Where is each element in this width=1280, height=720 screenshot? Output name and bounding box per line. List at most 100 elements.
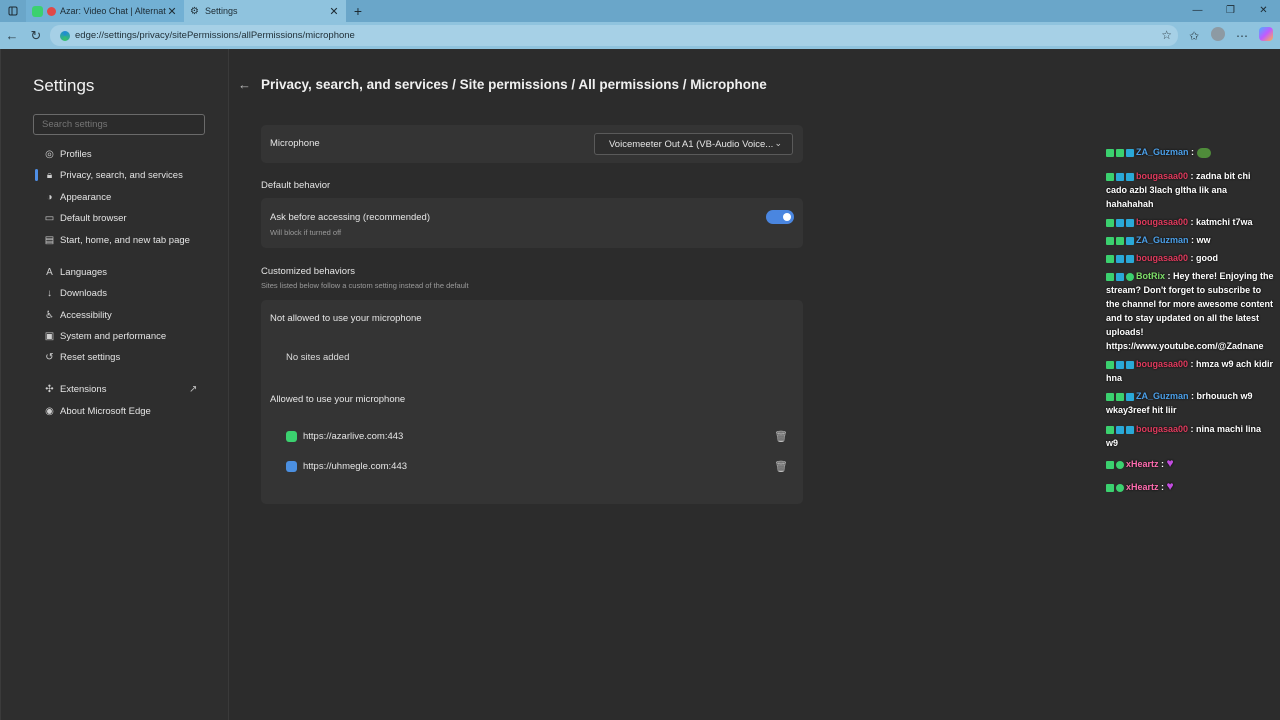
- moderator-badge-icon: [1106, 236, 1114, 245]
- close-tab-icon[interactable]: ✕: [328, 5, 340, 18]
- default-behavior-card: Ask before accessing (recommended) Will …: [261, 198, 803, 248]
- verified-badge-icon: [1116, 236, 1124, 245]
- sidebar-item-downloads[interactable]: ↓ Downloads: [1, 283, 229, 303]
- search-input[interactable]: [33, 114, 205, 135]
- sidebar-item-languages[interactable]: A Languages: [1, 262, 229, 282]
- heart-emote-icon: ♥: [1166, 479, 1174, 493]
- tab-actions-button[interactable]: [0, 0, 26, 22]
- new-tab-button[interactable]: +: [346, 3, 370, 19]
- back-icon[interactable]: ←: [0, 28, 24, 43]
- recording-icon: [47, 6, 56, 16]
- chat-message: bougasaa00 : katmchi t7wa: [1106, 215, 1274, 229]
- sidebar-item-label: Downloads: [60, 287, 107, 299]
- moderator-badge-icon: [1106, 425, 1114, 434]
- address-text: edge://settings/privacy/sitePermissions/…: [75, 30, 355, 41]
- moderator-badge-icon: [1106, 483, 1114, 492]
- chat-separator: :: [1188, 253, 1197, 263]
- delete-trash-icon[interactable]: 🗑︎: [774, 430, 788, 443]
- moderator-badge-icon: [1106, 360, 1114, 369]
- accessibility-icon: ♿︎: [45, 309, 54, 321]
- download-icon: ↓: [47, 287, 52, 299]
- allowed-site-row: https://azarlive.com:443 🗑︎: [286, 428, 788, 444]
- subscriber-badge-icon: [1126, 360, 1134, 369]
- sidebar-item-profiles[interactable]: ◎ Profiles: [1, 144, 229, 164]
- sidebar-item-label: Languages: [60, 266, 108, 278]
- chat-nick: xHeartz: [1126, 459, 1159, 469]
- sidebar-item-accessibility[interactable]: ♿︎ Accessibility: [1, 305, 229, 325]
- chat-separator: :: [1188, 359, 1197, 369]
- address-bar[interactable]: edge://settings/privacy/sitePermissions/…: [50, 25, 1178, 46]
- sidebar-item-reset[interactable]: ↺ Reset settings: [1, 347, 229, 367]
- appearance-icon: ◑: [46, 191, 53, 203]
- subscriber-badge-icon: [1126, 172, 1134, 181]
- not-allowed-heading: Not allowed to use your microphone: [270, 313, 422, 324]
- sidebar-item-extensions[interactable]: ✣ Extensions ↗: [1, 379, 229, 399]
- favorite-star-icon[interactable]: ☆: [1161, 28, 1172, 42]
- window-controls: — ❐ ✕: [1181, 0, 1280, 22]
- minimize-icon[interactable]: —: [1181, 0, 1214, 22]
- subscriber-badge-icon: [1126, 425, 1134, 434]
- refresh-icon[interactable]: ↻: [24, 28, 48, 44]
- emote-icon: [1196, 147, 1211, 158]
- site-url: https://uhmegle.com:443: [303, 460, 408, 472]
- moderator-badge-icon: [1106, 172, 1114, 181]
- sidebar-item-default-browser[interactable]: ▭ Default browser: [1, 208, 229, 228]
- tab-settings[interactable]: ⚙ Settings ✕: [184, 0, 346, 22]
- azar-favicon-icon: [286, 430, 297, 442]
- favorites-icon[interactable]: ✩: [1186, 29, 1202, 43]
- chat-separator: :: [1158, 482, 1167, 492]
- toolbar-right: ✩ ⋯: [1186, 27, 1274, 44]
- sidebar-item-privacy[interactable]: 🔒︎ Privacy, search, and services: [1, 165, 229, 185]
- chat-badges: [1106, 460, 1124, 469]
- microphone-select[interactable]: Voicemeeter Out A1 (VB-Audio Voice... ⌄: [594, 133, 793, 155]
- chat-nick: BotRix: [1136, 271, 1165, 281]
- close-tab-icon[interactable]: ✕: [166, 5, 178, 18]
- verified-badge-icon: [1116, 392, 1124, 401]
- chat-message: BotRix : Hey there! Enjoying the stream?…: [1106, 269, 1274, 353]
- chat-text: ww: [1196, 235, 1211, 245]
- chat-separator: :: [1188, 391, 1197, 401]
- chat-badges: [1106, 483, 1124, 492]
- external-link-icon: ↗: [189, 383, 198, 395]
- allowed-heading: Allowed to use your microphone: [270, 394, 406, 405]
- subscriber-badge-icon: [1116, 254, 1124, 263]
- maximize-icon[interactable]: ❐: [1214, 0, 1247, 22]
- sidebar-item-label: Start, home, and new tab page: [60, 234, 190, 246]
- chat-message: ZA_Guzman :: [1106, 145, 1274, 159]
- tab-azar[interactable]: Azar: Video Chat | Alternative ✕: [26, 0, 184, 22]
- copilot-icon[interactable]: [1258, 27, 1274, 44]
- delete-trash-icon[interactable]: 🗑︎: [774, 460, 788, 473]
- bot-badge-icon: [1116, 483, 1124, 492]
- verified-badge-icon: [1116, 148, 1124, 157]
- bot-badge-icon: [1126, 272, 1134, 281]
- moderator-badge-icon: [1106, 392, 1114, 401]
- sidebar-item-about[interactable]: ◉ About Microsoft Edge: [1, 401, 229, 421]
- edge-logo-icon: [60, 30, 70, 41]
- heart-emote-icon: ♥: [1166, 456, 1174, 470]
- subscriber-badge-icon: [1126, 392, 1134, 401]
- chat-badges: [1106, 236, 1134, 245]
- ask-before-accessing-toggle[interactable]: [766, 210, 794, 224]
- browser-toolbar: ← ↻ edge://settings/privacy/sitePermissi…: [0, 22, 1280, 49]
- chat-text: Hey there! Enjoying the stream? Don't fo…: [1106, 271, 1274, 351]
- extensions-icon: ✣: [45, 383, 54, 395]
- sidebar-item-start-home[interactable]: ▤ Start, home, and new tab page: [1, 230, 229, 250]
- sidebar-item-appearance[interactable]: ◑ Appearance: [1, 187, 229, 207]
- chat-message: ZA_Guzman : ww: [1106, 233, 1274, 247]
- back-arrow-icon[interactable]: ←: [238, 77, 251, 92]
- no-sites-added: No sites added: [286, 352, 350, 363]
- sidebar-item-label: System and performance: [60, 330, 167, 342]
- sidebar-item-label: Reset settings: [60, 351, 121, 363]
- sidebar-item-system[interactable]: ▣ System and performance: [1, 326, 229, 346]
- close-window-icon[interactable]: ✕: [1247, 0, 1280, 22]
- sidebar-item-label: Default browser: [60, 212, 127, 224]
- chat-message: bougasaa00 : zadna bit chi cado azbl 3la…: [1106, 169, 1274, 211]
- chat-message: ZA_Guzman : brhouuch w9 wkay3reef hit li…: [1106, 389, 1274, 417]
- chat-badges: [1106, 148, 1134, 157]
- site-url: https://azarlive.com:443: [303, 430, 404, 442]
- bot-badge-icon: [1116, 460, 1124, 469]
- more-menu-icon[interactable]: ⋯: [1234, 29, 1250, 43]
- chevron-down-icon: ⌄: [774, 138, 782, 148]
- ask-before-accessing-label: Ask before accessing (recommended): [270, 212, 430, 223]
- profile-avatar[interactable]: [1210, 27, 1226, 44]
